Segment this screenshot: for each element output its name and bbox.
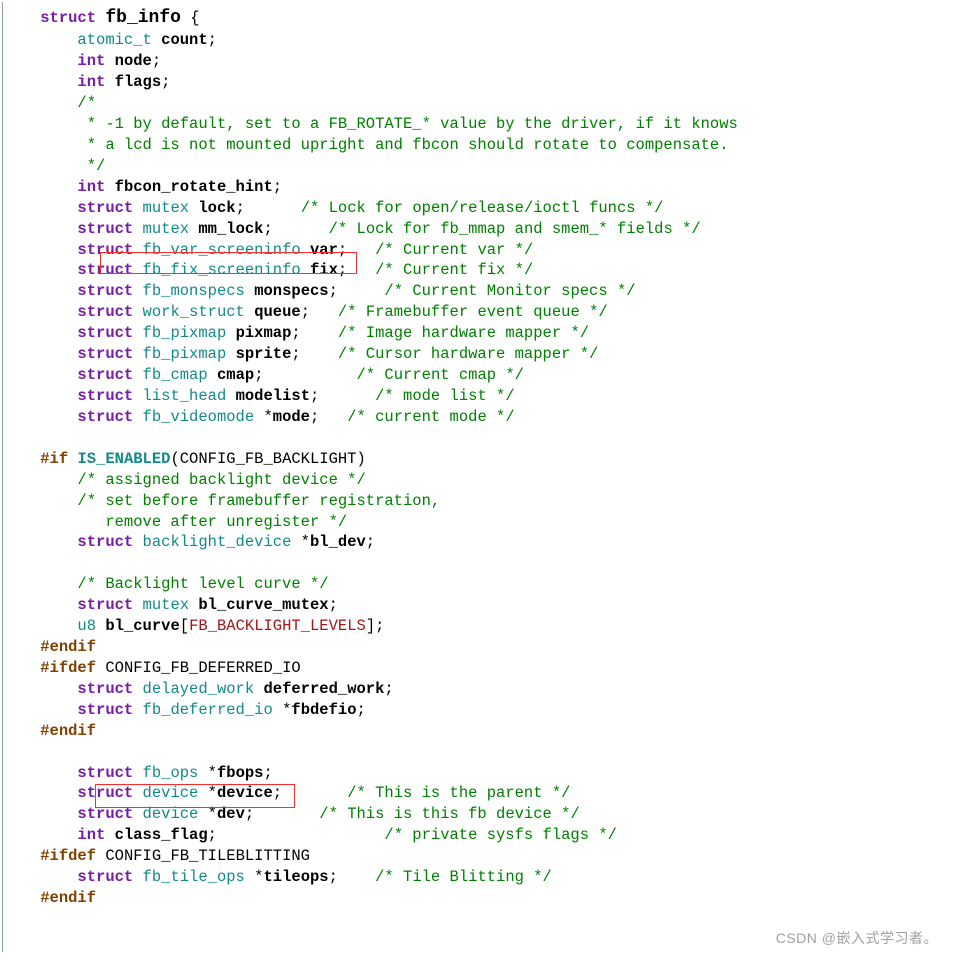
hl-line-1: struct [77,241,133,259]
hl-line-2: struct [77,764,133,782]
source-code: struct fb_info { atomic_t count; int nod… [3,6,972,909]
code-block: struct fb_info { atomic_t count; int nod… [2,2,972,952]
struct-name: fb_info [105,8,181,28]
watermark: CSDN @嵌入式学习者。 [776,929,938,948]
keyword-struct: struct [40,9,96,27]
